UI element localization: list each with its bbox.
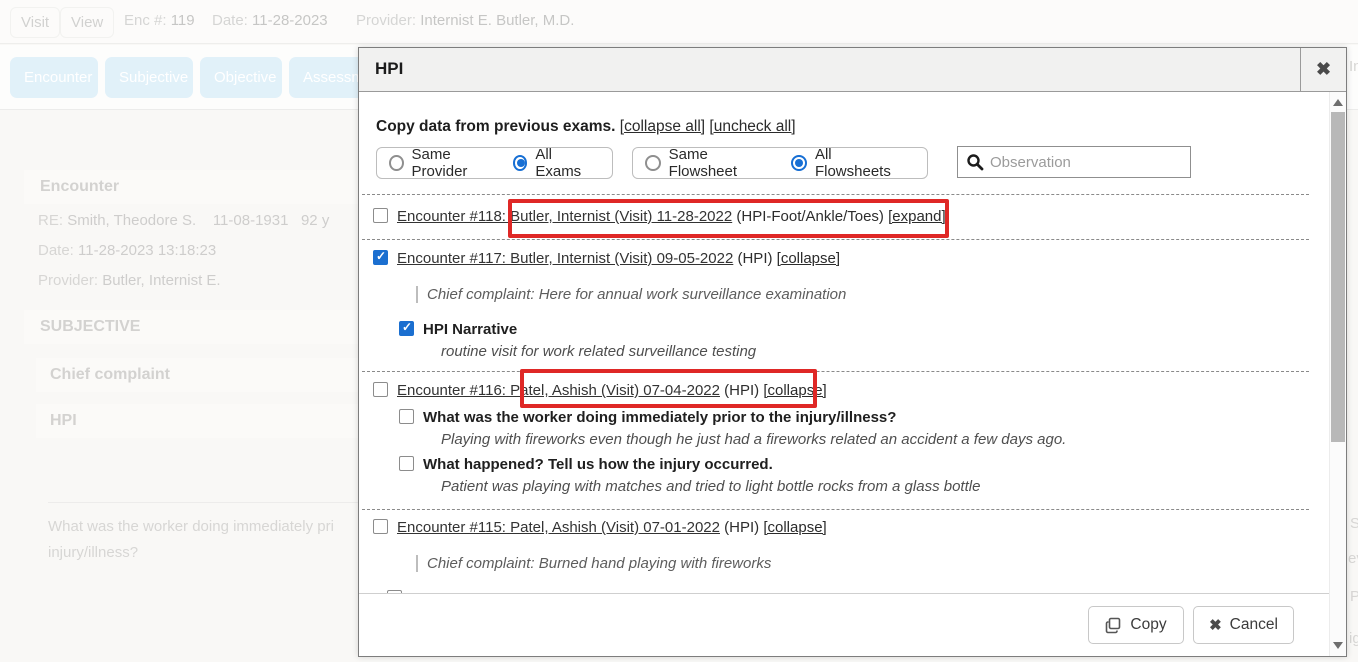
- encounter-117-checkbox[interactable]: [373, 250, 388, 265]
- dialog-title: HPI: [375, 59, 403, 79]
- dialog-header: HPI ✖: [359, 48, 1346, 92]
- question-item: What was the worker doing immediately pr…: [399, 409, 896, 426]
- hpi-narrative-label: HPI Narrative: [423, 321, 517, 338]
- encounter-116-checkbox[interactable]: [373, 382, 388, 397]
- divider-dashed: [362, 194, 1309, 195]
- cancel-button-label: Cancel: [1230, 616, 1278, 634]
- scroll-up-icon[interactable]: [1333, 99, 1343, 106]
- screen: Visit View Enc #: 119 Date: 11-28-2023 P…: [0, 0, 1358, 662]
- encounter-117-chief-complaint: Chief complaint: Here for annual work su…: [416, 286, 846, 303]
- question1-checkbox[interactable]: [399, 409, 414, 424]
- dialog-footer: Copy ✖ Cancel: [359, 593, 1329, 656]
- question2-answer: Patient was playing with matches and tri…: [441, 478, 980, 495]
- copy-button[interactable]: Copy: [1088, 606, 1184, 644]
- hpi-narrative-item: HPI Narrative: [399, 321, 517, 338]
- search-icon: [966, 153, 984, 171]
- hpi-narrative-checkbox[interactable]: [399, 321, 414, 336]
- collapse-all-link[interactable]: [collapse all]: [620, 118, 705, 135]
- copy-icon: [1105, 617, 1122, 634]
- question2-checkbox[interactable]: [399, 456, 414, 471]
- cancel-button[interactable]: ✖ Cancel: [1193, 606, 1294, 644]
- annotation-box-encounter-116: [520, 369, 817, 408]
- divider-dashed: [362, 371, 1309, 372]
- same-provider-radio[interactable]: [389, 155, 404, 171]
- same-flowsheet-label: Same Flowsheet: [669, 146, 778, 180]
- scroll-down-icon[interactable]: [1333, 642, 1343, 649]
- uncheck-all-link[interactable]: [uncheck all]: [709, 118, 795, 135]
- dialog-scrollbar[interactable]: [1329, 92, 1346, 656]
- encounter-118-checkbox[interactable]: [373, 208, 388, 223]
- all-exams-radio[interactable]: [513, 155, 528, 171]
- same-flowsheet-radio[interactable]: [645, 155, 661, 171]
- encounter-117-flowsheet: (HPI): [733, 250, 776, 267]
- flowsheet-filter-group: Same Flowsheet All Flowsheets: [632, 147, 928, 179]
- encounter-115-chief-complaint: Chief complaint: Burned hand playing wit…: [416, 555, 771, 572]
- question-item: What happened? Tell us how the injury oc…: [399, 456, 773, 473]
- encounter-115-flowsheet: (HPI): [720, 519, 763, 536]
- copy-intro-line: Copy data from previous exams. [collapse…: [376, 118, 796, 136]
- all-flowsheets-label: All Flowsheets: [815, 146, 909, 180]
- divider-dashed: [362, 239, 1309, 240]
- encounter-117-collapse-link[interactable]: [collapse]: [777, 250, 840, 267]
- question1-label: What was the worker doing immediately pr…: [423, 409, 896, 426]
- same-provider-label: Same Provider: [412, 146, 499, 180]
- encounter-117-link[interactable]: Encounter #117: Butler, Internist (Visit…: [397, 250, 733, 267]
- all-exams-label: All Exams: [535, 146, 594, 180]
- provider-filter-group: Same Provider All Exams: [376, 147, 613, 179]
- encounter-115-collapse-link[interactable]: [collapse]: [763, 519, 826, 536]
- cancel-x-icon: ✖: [1209, 616, 1222, 634]
- dialog-body: Copy data from previous exams. [collapse…: [359, 92, 1346, 656]
- question2-label: What happened? Tell us how the injury oc…: [423, 456, 773, 473]
- encounter-row-115: Encounter #115: Patel, Ashish (Visit) 07…: [373, 519, 827, 536]
- observation-search: [957, 146, 1191, 178]
- all-flowsheets-radio[interactable]: [791, 155, 807, 171]
- scrollbar-thumb[interactable]: [1331, 112, 1345, 442]
- encounter-row-117: Encounter #117: Butler, Internist (Visit…: [373, 250, 840, 267]
- question1-answer: Playing with fireworks even though he ju…: [441, 431, 1066, 448]
- encounter-115-link[interactable]: Encounter #115: Patel, Ashish (Visit) 07…: [397, 519, 720, 536]
- encounter-115-checkbox[interactable]: [373, 519, 388, 534]
- close-icon[interactable]: ✖: [1300, 48, 1346, 91]
- copy-button-label: Copy: [1130, 616, 1166, 634]
- hpi-dialog: HPI ✖ Copy data from previous exams. [co…: [358, 47, 1347, 657]
- divider-dashed: [362, 509, 1309, 510]
- intro-text: Copy data from previous exams.: [376, 118, 615, 135]
- annotation-box-encounter-118: [508, 199, 949, 238]
- hpi-narrative-note: routine visit for work related surveilla…: [441, 343, 756, 360]
- search-input[interactable]: [990, 154, 1160, 171]
